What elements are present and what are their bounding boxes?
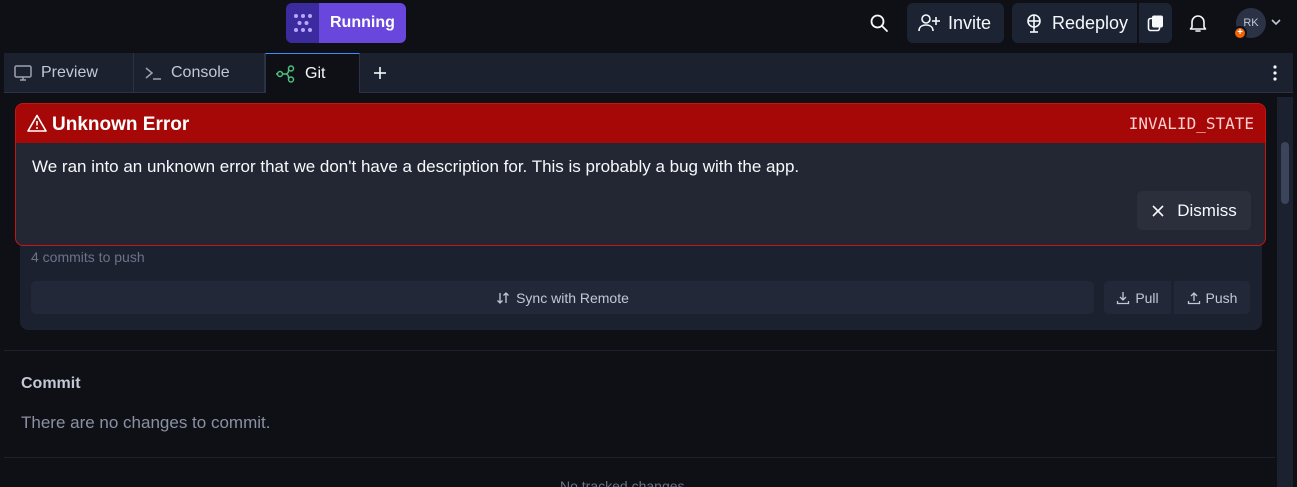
error-message: We ran into an unknown error that we don…	[32, 157, 800, 176]
top-header: Running Invite Redeploy RK +	[0, 0, 1297, 47]
deployments-button[interactable]	[1139, 3, 1172, 43]
invite-button[interactable]: Invite	[907, 3, 1004, 43]
divider	[4, 457, 1275, 458]
plus-icon	[374, 67, 386, 79]
pull-button[interactable]: Pull	[1104, 281, 1171, 314]
error-banner: Unknown Error INVALID_STATE We ran into …	[15, 103, 1266, 246]
download-icon	[1117, 291, 1130, 304]
sync-arrows-icon	[497, 291, 510, 304]
error-title: Unknown Error	[52, 114, 190, 135]
copy-icon	[1147, 15, 1163, 32]
tab-git[interactable]: Git	[265, 53, 360, 93]
tab-label: Preview	[41, 64, 98, 81]
tab-console[interactable]: Console	[134, 53, 265, 93]
commits-to-push: 4 commits to push	[31, 249, 145, 265]
bell-icon	[1189, 15, 1207, 32]
run-label[interactable]: Running	[319, 3, 406, 43]
run-status-icon	[286, 3, 319, 43]
commit-heading: Commit	[21, 375, 81, 392]
tab-label: Git	[305, 64, 326, 82]
dismiss-button[interactable]: Dismiss	[1137, 191, 1251, 230]
redeploy-button[interactable]: Redeploy	[1012, 3, 1137, 43]
deploy-icon	[1027, 14, 1041, 33]
new-tab-button[interactable]	[370, 63, 390, 83]
tab-options-button[interactable]	[1266, 63, 1284, 83]
search-icon	[870, 14, 888, 32]
close-icon	[1152, 204, 1164, 217]
commit-empty-message: There are no changes to commit.	[21, 413, 271, 432]
monitor-icon	[14, 65, 32, 81]
pull-label: Pull	[1135, 289, 1159, 306]
sync-label: Sync with Remote	[516, 289, 629, 306]
terminal-icon	[145, 67, 161, 80]
scrollbar-thumb[interactable]	[1281, 142, 1289, 204]
search-button[interactable]	[862, 6, 896, 40]
warning-icon	[27, 114, 47, 132]
error-code: INVALID_STATE	[1128, 114, 1254, 133]
run-button[interactable]: Running	[286, 3, 406, 43]
chevron-down-icon[interactable]	[1270, 16, 1282, 28]
divider	[4, 350, 1275, 351]
git-branch-icon	[276, 64, 295, 83]
upload-icon	[1187, 291, 1200, 304]
avatar-badge: +	[1233, 26, 1247, 40]
more-vertical-icon	[1273, 65, 1277, 81]
push-label: Push	[1205, 289, 1238, 306]
tab-label: Console	[171, 64, 230, 81]
dismiss-label: Dismiss	[1177, 200, 1237, 220]
tab-preview[interactable]: Preview	[4, 53, 134, 93]
invite-label: Invite	[948, 12, 992, 33]
notifications-button[interactable]	[1181, 6, 1215, 40]
sync-with-remote-button[interactable]: Sync with Remote	[31, 281, 1094, 314]
add-user-icon	[918, 14, 940, 32]
error-header: Unknown Error INVALID_STATE	[16, 104, 1265, 143]
tab-bar: Preview Console Git	[4, 53, 1293, 93]
redeploy-label: Redeploy	[1052, 12, 1129, 33]
push-button[interactable]: Push	[1174, 281, 1250, 314]
bottom-hint: No tracked changes	[560, 478, 685, 487]
